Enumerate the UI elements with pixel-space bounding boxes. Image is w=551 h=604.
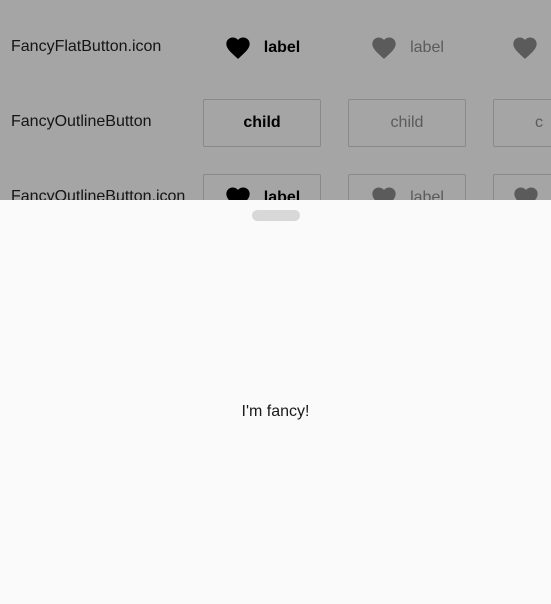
heart-icon bbox=[511, 34, 539, 62]
button-label: child bbox=[390, 114, 424, 131]
fancy-outline-icon-button-disabled[interactable]: label bbox=[348, 174, 466, 200]
fancy-flat-icon-button[interactable]: label bbox=[203, 24, 321, 72]
heart-icon bbox=[512, 184, 540, 200]
list-item: FancyOutlineButton.icon label label bbox=[0, 160, 551, 200]
fancy-flat-icon-button-disabled[interactable]: label bbox=[348, 24, 466, 72]
button-label: c bbox=[535, 114, 543, 131]
button-label: child bbox=[243, 114, 281, 131]
button-label: label bbox=[263, 189, 301, 200]
heart-icon bbox=[224, 184, 252, 200]
screen: FancyFlatButton.icon label label FancyOu… bbox=[0, 0, 551, 604]
row-label: FancyOutlineButton bbox=[11, 113, 152, 130]
fancy-outline-icon-button[interactable]: label bbox=[203, 174, 321, 200]
button-label: label bbox=[410, 39, 444, 56]
sheet-message: I'm fancy! bbox=[241, 403, 310, 420]
heart-icon bbox=[224, 34, 252, 62]
drag-handle[interactable] bbox=[252, 210, 300, 221]
button-label: label bbox=[263, 39, 301, 56]
row-label: FancyFlatButton.icon bbox=[11, 38, 162, 55]
heart-icon bbox=[370, 34, 398, 62]
list-item: FancyFlatButton.icon label label bbox=[0, 10, 551, 85]
button-label: label bbox=[410, 189, 444, 200]
fancy-outline-icon-button-partial[interactable] bbox=[493, 174, 551, 200]
list-item: FancyOutlineButton child child c bbox=[0, 85, 551, 160]
fancy-outline-button-disabled[interactable]: child bbox=[348, 99, 466, 147]
fancy-flat-icon-button-partial[interactable] bbox=[493, 24, 551, 72]
fancy-outline-button[interactable]: child bbox=[203, 99, 321, 147]
button-gallery-list: FancyFlatButton.icon label label FancyOu… bbox=[0, 0, 551, 200]
heart-icon bbox=[370, 184, 398, 200]
fancy-outline-button-partial[interactable]: c bbox=[493, 99, 551, 147]
row-label: FancyOutlineButton.icon bbox=[11, 188, 186, 200]
bottom-sheet: I'm fancy! bbox=[0, 200, 551, 604]
